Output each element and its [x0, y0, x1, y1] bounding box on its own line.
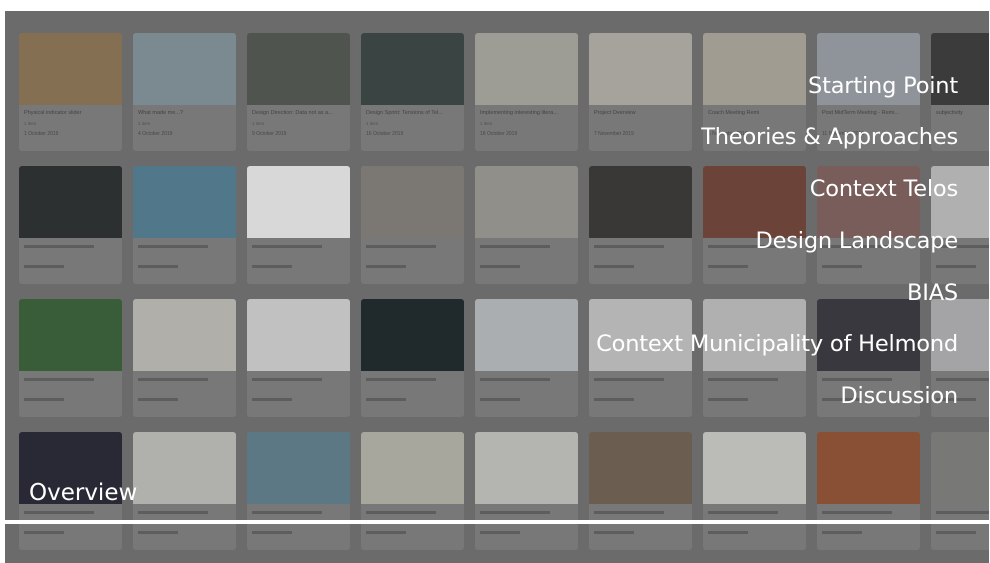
nav-item-context-telos[interactable]: Context Telos — [810, 176, 958, 202]
nav-current-overview[interactable]: Overview — [29, 480, 137, 506]
presentation-slide: Physical indicator slider 1 item 1 October… — [0, 0, 990, 563]
progress-underline — [5, 520, 990, 524]
nav-item-starting-point[interactable]: Starting Point — [808, 73, 958, 99]
nav-item-theories-approaches[interactable]: Theories & Approaches — [701, 124, 958, 150]
nav-item-context-municipality[interactable]: Context Municipality of Helmond — [596, 331, 958, 357]
nav-item-bias[interactable]: BIAS — [907, 280, 958, 306]
nav-item-design-landscape[interactable]: Design Landscape — [755, 228, 958, 254]
nav-item-discussion[interactable]: Discussion — [840, 383, 958, 409]
